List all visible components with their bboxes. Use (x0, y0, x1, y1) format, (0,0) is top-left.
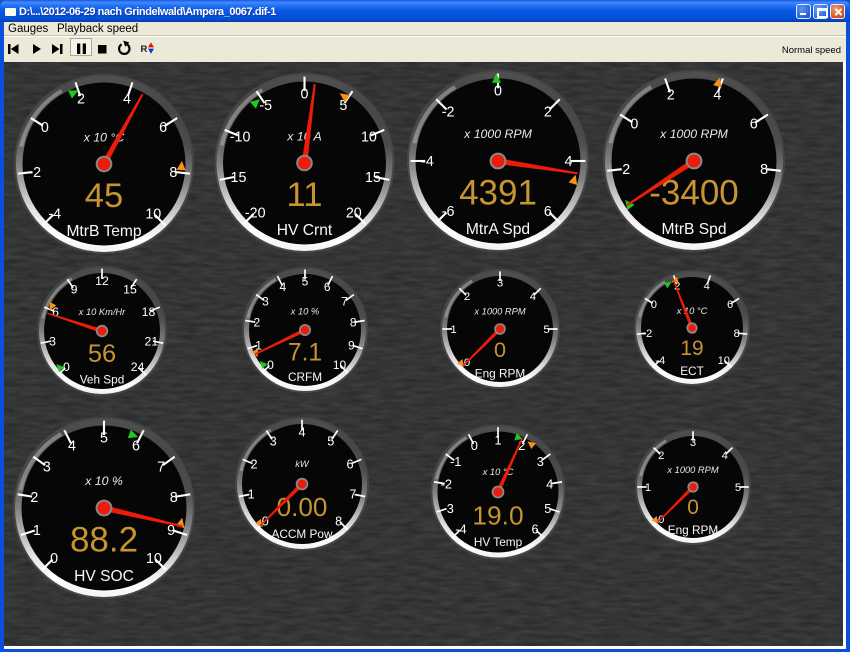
svg-text:R: R (141, 44, 148, 55)
